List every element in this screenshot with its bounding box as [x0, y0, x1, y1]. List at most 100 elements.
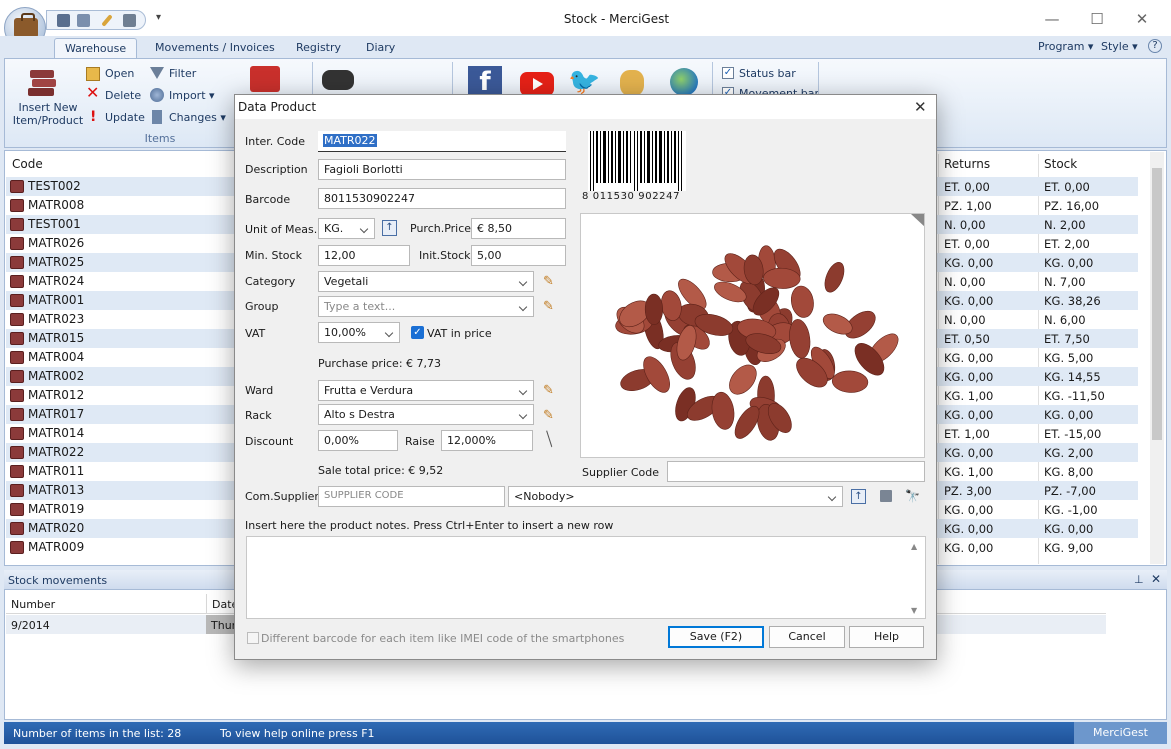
description-field[interactable]: Fagioli Borlotti: [318, 159, 566, 180]
column-header-code[interactable]: Code: [12, 157, 43, 175]
column-header-stock[interactable]: Stock: [1044, 157, 1077, 175]
raise-field[interactable]: 12,000%: [441, 430, 533, 451]
com-supplier-select[interactable]: <Nobody>: [508, 486, 843, 507]
purch-price-label: Purch.Price: [410, 222, 472, 235]
min-stock-field[interactable]: 12,00: [318, 245, 410, 266]
product-icon: [10, 199, 24, 212]
minimize-button[interactable]: —: [1030, 8, 1074, 30]
rack-edit-icon[interactable]: ✎: [543, 408, 554, 423]
delete-button[interactable]: Delete: [105, 89, 141, 102]
update-button[interactable]: Update: [105, 111, 145, 124]
tab-warehouse[interactable]: Warehouse: [54, 38, 138, 59]
row-returns: KG. 0,00: [944, 503, 994, 517]
open-button[interactable]: Open: [105, 67, 134, 80]
row-returns: ET. 0,50: [944, 332, 990, 346]
discount-field[interactable]: 0,00%: [318, 430, 398, 451]
maximize-button[interactable]: ☐: [1075, 8, 1119, 30]
row-returns: ET. 0,00: [944, 237, 990, 251]
import-icon: [150, 88, 164, 102]
contacts-icon[interactable]: [77, 14, 90, 27]
exclamation-icon: !: [90, 109, 97, 125]
group-select[interactable]: Type a text...: [318, 296, 534, 317]
filter-button[interactable]: Filter: [169, 67, 196, 80]
program-menu[interactable]: Program ▾: [1038, 40, 1093, 53]
save-disk-icon[interactable]: [880, 490, 892, 502]
binoculars-search-icon[interactable]: 🔭: [905, 489, 920, 503]
globe-icon[interactable]: [670, 68, 698, 96]
column-header-returns[interactable]: Returns: [944, 157, 990, 175]
insert-new-button[interactable]: Insert New Item/Product: [10, 101, 86, 127]
status-bar-checkbox[interactable]: ✓: [722, 67, 734, 79]
supplier-code-field[interactable]: [667, 461, 925, 482]
vat-select[interactable]: 10,00%: [318, 322, 400, 343]
raise-label: Raise: [405, 435, 435, 448]
dialog-close-icon[interactable]: ✕: [914, 98, 927, 116]
com-supplier-code-field[interactable]: SUPPLIER CODE: [318, 486, 505, 507]
row-returns: N. 0,00: [944, 275, 986, 289]
row-code: TEST002: [28, 179, 81, 193]
row-code: MATR001: [28, 293, 85, 307]
style-menu[interactable]: Style ▾: [1101, 40, 1138, 53]
inter-code-field[interactable]: MATR022: [318, 131, 566, 152]
ward-select[interactable]: Frutta e Verdura: [318, 380, 534, 401]
youtube-icon[interactable]: [520, 72, 554, 96]
cancel-button[interactable]: Cancel: [769, 626, 845, 648]
supplier-edit-icon[interactable]: ↑: [851, 489, 866, 504]
rack-select[interactable]: Alto s Destra: [318, 404, 534, 425]
row-code: MATR002: [28, 369, 85, 383]
changes-menu[interactable]: Changes ▾: [169, 111, 226, 124]
purch-price-field[interactable]: € 8,50: [471, 218, 566, 239]
save-button[interactable]: Save (F2): [668, 626, 764, 648]
facebook-icon[interactable]: f: [468, 66, 502, 97]
document-icon[interactable]: [123, 14, 136, 27]
row-stock: KG. 0,00: [1044, 256, 1094, 270]
close-panel-icon[interactable]: ✕: [1151, 572, 1161, 586]
purchase-price-text: Purchase price: € 7,73: [318, 357, 442, 370]
help-icon[interactable]: ?: [1148, 39, 1162, 53]
row-returns: PZ. 1,00: [944, 199, 992, 213]
close-window-button[interactable]: ✕: [1120, 8, 1164, 30]
row-code: MATR004: [28, 350, 85, 364]
group-edit-icon[interactable]: ✎: [543, 299, 554, 314]
tab-registry[interactable]: Registry: [286, 38, 351, 59]
tab-diary[interactable]: Diary: [356, 38, 405, 59]
supplier-code-label: Supplier Code: [582, 466, 659, 479]
category-select[interactable]: Vegetali: [318, 271, 534, 292]
program-menu-label: Program: [1038, 40, 1085, 53]
gift-icon[interactable]: [250, 66, 280, 92]
user-icon[interactable]: [57, 14, 70, 27]
import-menu[interactable]: Import ▾: [169, 89, 215, 102]
vat-in-price-checkbox[interactable]: ✓: [411, 326, 424, 339]
diff-barcode-checkbox[interactable]: [247, 632, 259, 644]
product-image[interactable]: [580, 213, 925, 458]
movements-row-number: 9/2014: [11, 619, 50, 632]
mascot-icon[interactable]: [620, 70, 644, 96]
notes-scroll-up-icon[interactable]: ▲: [911, 542, 917, 551]
help-button[interactable]: Help: [849, 626, 924, 648]
notes-textarea[interactable]: [246, 536, 926, 619]
row-stock: PZ. 16,00: [1044, 199, 1100, 213]
row-returns: KG. 0,00: [944, 294, 994, 308]
notes-scroll-down-icon[interactable]: ▼: [911, 606, 917, 615]
twitter-icon[interactable]: 🐦: [568, 68, 600, 96]
binoculars-icon[interactable]: [322, 70, 354, 90]
movements-column-number[interactable]: Number: [11, 598, 55, 611]
unit-select[interactable]: KG.: [318, 218, 375, 239]
ward-edit-icon[interactable]: ✎: [543, 383, 554, 398]
init-stock-field[interactable]: 5,00: [471, 245, 566, 266]
customize-toolbar-icon[interactable]: ▾: [156, 12, 161, 23]
pencil-icon[interactable]: [101, 14, 113, 27]
unit-edit-icon[interactable]: ↑: [382, 220, 397, 236]
row-code: MATR017: [28, 407, 85, 421]
list-scrollbar-thumb[interactable]: [1152, 168, 1162, 440]
tab-movements-invoices[interactable]: Movements / Invoices: [145, 38, 285, 59]
row-returns: KG. 1,00: [944, 389, 994, 403]
row-stock: KG. 14,55: [1044, 370, 1101, 384]
barcode-field[interactable]: 8011530902247: [318, 188, 566, 209]
pin-icon[interactable]: ⊥: [1134, 573, 1144, 586]
barcode-label: Barcode: [245, 193, 291, 206]
row-stock: KG. 8,00: [1044, 465, 1094, 479]
row-returns: KG. 0,00: [944, 541, 994, 555]
category-edit-icon[interactable]: ✎: [543, 274, 554, 289]
row-returns: N. 0,00: [944, 313, 986, 327]
